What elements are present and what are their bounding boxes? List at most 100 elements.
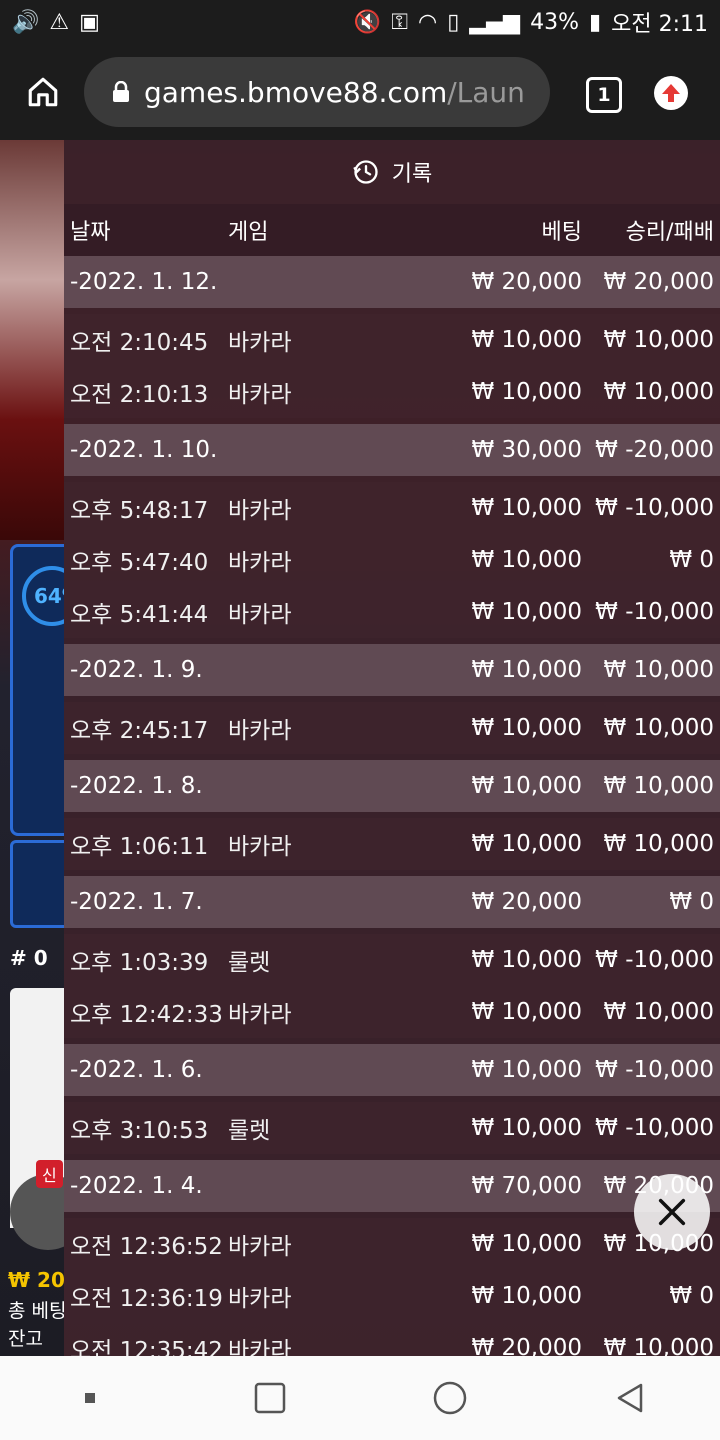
- home-nav-button[interactable]: [420, 1368, 480, 1428]
- dot-icon: [85, 1393, 95, 1403]
- close-button[interactable]: [634, 1174, 710, 1250]
- history-title-text: 기록: [391, 162, 433, 187]
- history-entry-row[interactable]: 오후 5:41:44 바카라 ₩ 10,000 ₩ -10,000: [64, 586, 720, 638]
- entry-game: 바카라: [228, 834, 292, 860]
- back-triangle-icon: [617, 1383, 643, 1413]
- back-button[interactable]: [600, 1368, 660, 1428]
- group-bet: ₩ 30,000: [471, 437, 582, 463]
- history-entry-row[interactable]: 오후 5:47:40 바카라 ₩ 10,000 ₩ 0: [64, 534, 720, 586]
- home-icon: [28, 77, 58, 107]
- header-game: 게임: [228, 220, 269, 245]
- history-title: 기록: [64, 140, 720, 204]
- history-entry-row[interactable]: 오전 12:36:19 바카라 ₩ 10,000 ₩ 0: [64, 1270, 720, 1322]
- recent-apps-button[interactable]: [60, 1368, 120, 1428]
- clock: 오전 2:11: [611, 12, 708, 37]
- entry-result: ₩ 10,000: [603, 327, 714, 353]
- history-panel: 기록 날짜 게임 베팅 승리/패배 -2022. 1. 12. ₩ 20,000 ₩…: [64, 140, 720, 1356]
- group-bet: ₩ 20,000: [471, 269, 582, 295]
- history-entry-row[interactable]: 오후 3:10:53 룰렛 ₩ 10,000 ₩ -10,000: [64, 1102, 720, 1154]
- update-button[interactable]: [654, 76, 688, 110]
- header-bet: 베팅: [541, 220, 582, 245]
- header-win-loss: 승리/패배: [625, 220, 714, 245]
- history-entry-row[interactable]: 오후 5:48:17 바카라 ₩ 10,000 ₩ -10,000: [64, 482, 720, 534]
- history-entry-row[interactable]: 오후 1:06:11 바카라 ₩ 10,000 ₩ 10,000: [64, 818, 720, 870]
- entry-time: 오후 12:42:33: [70, 1002, 223, 1028]
- overview-button[interactable]: [240, 1368, 300, 1428]
- entry-result: ₩ -10,000: [595, 1115, 714, 1141]
- entry-result: ₩ -10,000: [595, 599, 714, 625]
- entry-game: 바카라: [228, 718, 292, 744]
- history-entry-row[interactable]: 오전 2:10:13 바카라 ₩ 10,000 ₩ 10,000: [64, 366, 720, 418]
- group-date: -2022. 1. 7.: [70, 889, 203, 915]
- entry-result: ₩ -10,000: [595, 947, 714, 973]
- group-result: ₩ 0: [669, 889, 714, 915]
- group-date: -2022. 1. 8.: [70, 773, 203, 799]
- entry-bet: ₩ 10,000: [471, 547, 582, 573]
- close-icon: [658, 1198, 686, 1226]
- entry-time: 오후 5:48:17: [70, 498, 209, 524]
- circle-icon: [433, 1381, 467, 1415]
- entry-bet: ₩ 10,000: [471, 715, 582, 741]
- alert-icon: ⚠: [49, 9, 70, 35]
- address-bar[interactable]: games.bmove88.com/Laun: [84, 57, 550, 127]
- history-entry-row[interactable]: 오전 12:35:42 바카라 ₩ 20,000 ₩ 10,000: [64, 1322, 720, 1356]
- mute-icon: 🔇: [353, 9, 382, 35]
- entry-bet: ₩ 20,000: [471, 1335, 582, 1356]
- group-result: ₩ 10,000: [603, 773, 714, 799]
- bet-amount: ₩ 20: [8, 1268, 64, 1292]
- entry-time: 오후 5:41:44: [70, 602, 209, 628]
- square-icon: [254, 1382, 286, 1414]
- group-date: -2022. 1. 9.: [70, 657, 203, 683]
- url-host: games.bmove88.com: [144, 75, 448, 109]
- entry-result: ₩ 10,000: [603, 715, 714, 741]
- entry-time: 오후 5:47:40: [70, 550, 209, 576]
- balance-label: 잔고: [8, 1328, 43, 1350]
- group-result: ₩ -20,000: [595, 437, 714, 463]
- tab-switcher-button[interactable]: 1: [586, 77, 622, 113]
- image-icon: ▣: [79, 9, 100, 35]
- date-group-row: -2022. 1. 6. ₩ 10,000 ₩ -10,000: [64, 1044, 720, 1096]
- entry-result: ₩ 10,000: [603, 1335, 714, 1356]
- entry-game: 바카라: [228, 330, 292, 356]
- entry-bet: ₩ 10,000: [471, 1283, 582, 1309]
- date-group-row: -2022. 1. 12. ₩ 20,000 ₩ 20,000: [64, 256, 720, 308]
- entry-game: 바카라: [228, 1002, 292, 1028]
- date-group-row: -2022. 1. 7. ₩ 20,000 ₩ 0: [64, 876, 720, 928]
- group-date: -2022. 1. 6.: [70, 1057, 203, 1083]
- group-bet: ₩ 10,000: [471, 773, 582, 799]
- bet-area-button[interactable]: [10, 840, 64, 928]
- key-icon: ⚿: [391, 9, 409, 35]
- group-date: -2022. 1. 10.: [70, 437, 218, 463]
- entry-time: 오후 1:03:39: [70, 950, 209, 976]
- history-entry-row[interactable]: 오전 12:36:52바카라₩ 10,000₩ 10,000: [64, 1218, 720, 1270]
- entry-bet: ₩ 10,000: [471, 327, 582, 353]
- dealer-video: [0, 140, 64, 540]
- group-bet: ₩ 10,000: [471, 1057, 582, 1083]
- history-entry-row[interactable]: 오후 2:45:17 바카라 ₩ 10,000 ₩ 10,000: [64, 702, 720, 754]
- entry-bet: ₩ 10,000: [471, 599, 582, 625]
- history-entry-row[interactable]: 오후 1:03:39 룰렛 ₩ 10,000 ₩ -10,000: [64, 934, 720, 986]
- entry-time: 오전 2:10:45: [70, 330, 209, 356]
- group-result: ₩ 10,000: [603, 657, 714, 683]
- history-entry-row[interactable]: 오후 12:42:33 바카라 ₩ 10,000 ₩ 10,000: [64, 986, 720, 1038]
- entry-time: 오전 12:36:52: [70, 1234, 223, 1260]
- status-bar: 🔊 ⚠ ▣ 🔇 ⚿ ◠ ▯ ▂▄▆ 43% ▮ 오전 2:11: [0, 0, 720, 44]
- entry-game: 바카라: [228, 498, 292, 524]
- entry-bet: ₩ 10,000: [471, 947, 582, 973]
- entry-time: 오후 1:06:11: [70, 834, 209, 860]
- signal-icon: ▂▄▆: [469, 9, 521, 35]
- total-bet-label: 총 베팅: [8, 1300, 64, 1322]
- volume-icon: 🔊: [12, 9, 40, 35]
- entry-bet: ₩ 10,000: [471, 999, 582, 1025]
- entry-result: ₩ 0: [669, 547, 714, 573]
- entry-time: 오후 3:10:53: [70, 1118, 209, 1144]
- entry-game: 바카라: [228, 1286, 292, 1312]
- entry-result: ₩ -10,000: [595, 495, 714, 521]
- entry-bet: ₩ 10,000: [471, 831, 582, 857]
- entry-game: 바카라: [228, 1234, 292, 1260]
- date-group-row: -2022. 1. 10. ₩ 30,000 ₩ -20,000: [64, 424, 720, 476]
- entry-bet: ₩ 10,000: [471, 495, 582, 521]
- home-button[interactable]: [8, 57, 78, 127]
- history-entry-row[interactable]: 오전 2:10:45 바카라 ₩ 10,000 ₩ 10,000: [64, 314, 720, 366]
- date-group-row: -2022. 1. 8. ₩ 10,000 ₩ 10,000: [64, 760, 720, 812]
